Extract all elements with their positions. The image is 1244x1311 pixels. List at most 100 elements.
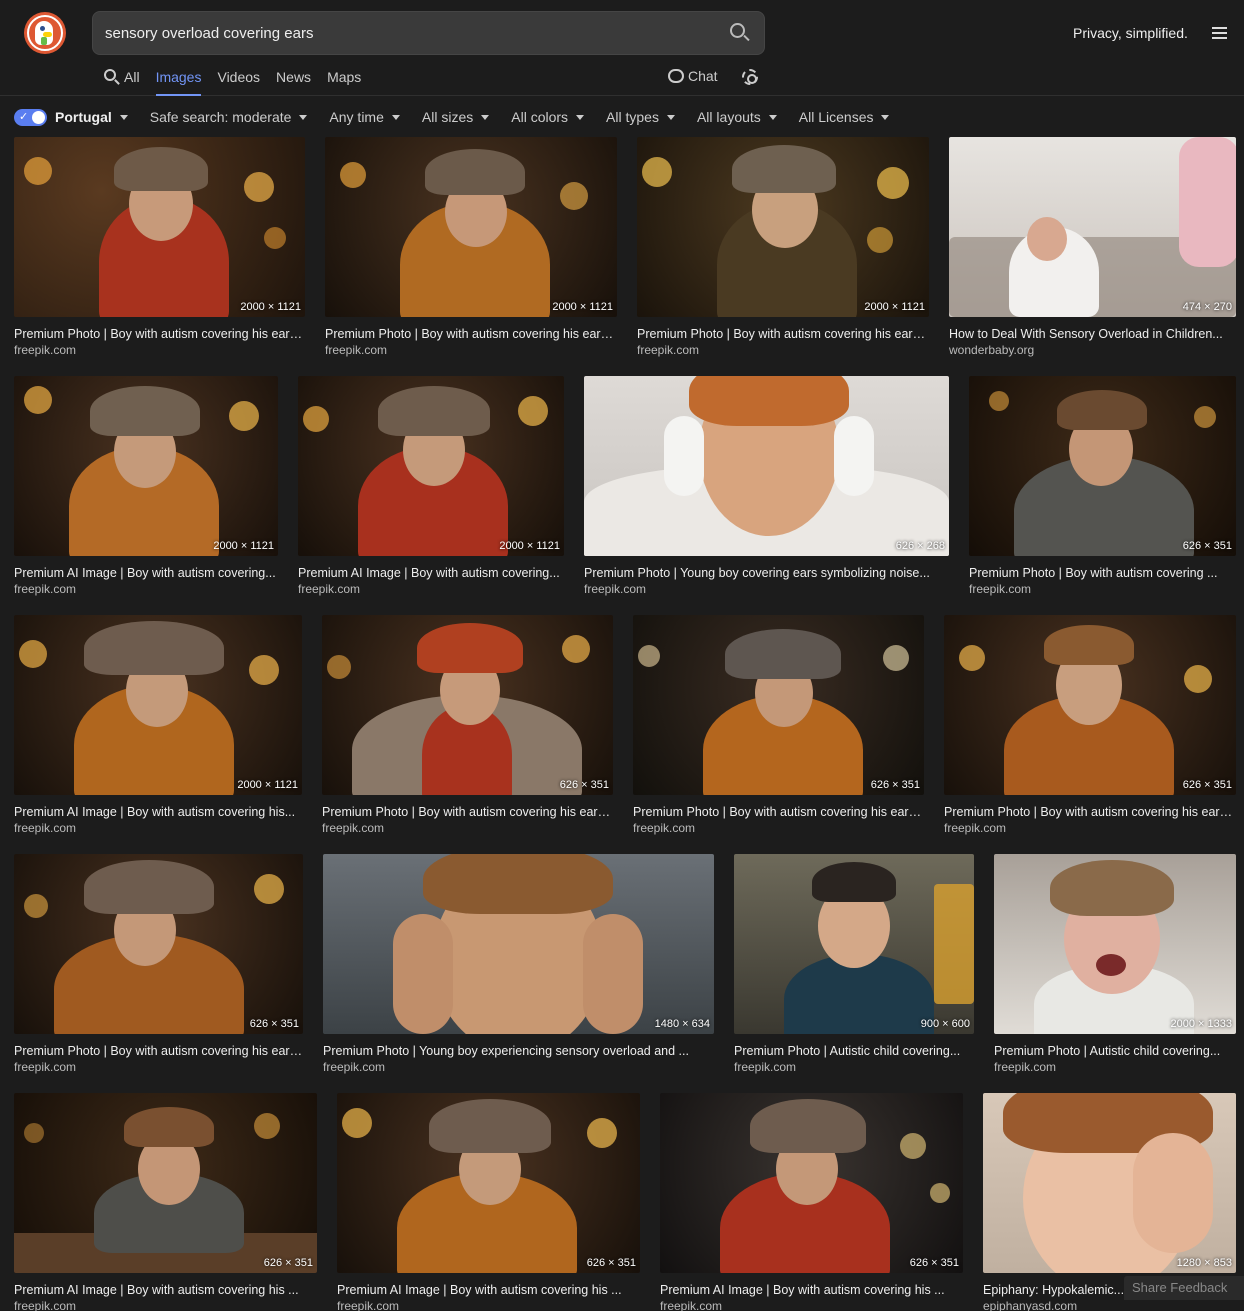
region-toggle[interactable]: ✓	[14, 108, 47, 126]
result-thumbnail[interactable]	[14, 615, 302, 795]
safe-search-dropdown[interactable]: Safe search: moderate	[150, 109, 308, 125]
result-thumbnail[interactable]	[994, 854, 1236, 1034]
result-title[interactable]: Premium Photo | Boy with autism covering…	[633, 805, 924, 819]
image-result[interactable]: 626 × 351 Premium AI Image | Boy with au…	[337, 1093, 640, 1311]
result-thumbnail[interactable]	[337, 1093, 640, 1273]
result-source[interactable]: freepik.com	[14, 343, 76, 357]
image-result[interactable]: 2000 × 1333 Premium Photo | Autistic chi…	[994, 854, 1236, 1079]
image-result[interactable]: 626 × 351 Premium AI Image | Boy with au…	[660, 1093, 963, 1311]
result-title[interactable]: Premium Photo | Boy with autism covering…	[325, 327, 617, 341]
result-title[interactable]: Premium AI Image | Boy with autism cover…	[337, 1283, 640, 1297]
image-result[interactable]: 626 × 351 Premium Photo | Boy with autis…	[322, 615, 613, 840]
image-result[interactable]: 2000 × 1121 Premium Photo | Boy with aut…	[325, 137, 617, 362]
result-title[interactable]: Premium AI Image | Boy with autism cover…	[14, 566, 278, 580]
image-result[interactable]: 2000 × 1121 Premium AI Image | Boy with …	[14, 615, 302, 840]
color-dropdown[interactable]: All colors	[511, 109, 585, 125]
image-result[interactable]: 626 × 351 Premium Photo | Boy with autis…	[944, 615, 1236, 840]
image-result[interactable]: 626 × 351 Premium AI Image | Boy with au…	[14, 1093, 317, 1311]
size-dropdown[interactable]: All sizes	[422, 109, 490, 125]
result-thumbnail[interactable]	[660, 1093, 963, 1273]
result-thumbnail[interactable]	[322, 615, 613, 795]
result-thumbnail[interactable]	[14, 1093, 317, 1273]
image-result[interactable]: 2000 × 1121 Premium AI Image | Boy with …	[298, 376, 564, 601]
result-thumbnail[interactable]	[633, 615, 924, 795]
result-source[interactable]: freepik.com	[637, 343, 699, 357]
image-result[interactable]: 2000 × 1121 Premium Photo | Boy with aut…	[14, 137, 305, 362]
chat-link[interactable]: Chat	[668, 68, 718, 84]
tab-images[interactable]: Images	[155, 66, 202, 96]
result-source[interactable]: freepik.com	[323, 1060, 385, 1074]
image-result[interactable]: 1480 × 634 Premium Photo | Young boy exp…	[323, 854, 714, 1079]
result-title[interactable]: Premium AI Image | Boy with autism cover…	[14, 1283, 317, 1297]
result-title[interactable]: Premium Photo | Autistic child covering.…	[994, 1044, 1236, 1058]
layout-dropdown[interactable]: All layouts	[697, 109, 777, 125]
result-source[interactable]: freepik.com	[337, 1299, 399, 1311]
result-source[interactable]: freepik.com	[322, 821, 384, 835]
search-icon[interactable]	[730, 23, 750, 43]
tab-videos[interactable]: Videos	[217, 66, 260, 96]
hamburger-menu-icon[interactable]	[1212, 27, 1227, 39]
result-source[interactable]: freepik.com	[994, 1060, 1056, 1074]
result-thumbnail[interactable]	[983, 1093, 1236, 1273]
result-thumbnail[interactable]	[637, 137, 929, 317]
result-thumbnail[interactable]	[14, 854, 303, 1034]
result-source[interactable]: freepik.com	[14, 1299, 76, 1311]
result-title[interactable]: Premium AI Image | Boy with autism cover…	[14, 805, 302, 819]
result-title[interactable]: Premium Photo | Boy with autism covering…	[14, 1044, 303, 1058]
image-result[interactable]: 2000 × 1121 Premium Photo | Boy with aut…	[637, 137, 929, 362]
image-result[interactable]: 900 × 600 Premium Photo | Autistic child…	[734, 854, 974, 1079]
image-result[interactable]: 474 × 270 How to Deal With Sensory Overl…	[949, 137, 1236, 362]
result-thumbnail[interactable]	[944, 615, 1236, 795]
result-title[interactable]: Premium AI Image | Boy with autism cover…	[298, 566, 564, 580]
result-title[interactable]: Premium Photo | Boy with autism covering…	[14, 327, 305, 341]
image-result[interactable]: 626 × 268 Premium Photo | Young boy cove…	[584, 376, 949, 601]
tab-news[interactable]: News	[276, 66, 311, 96]
result-source[interactable]: freepik.com	[298, 582, 360, 596]
result-title[interactable]: Premium Photo | Boy with autism covering…	[944, 805, 1236, 819]
image-result[interactable]: 2000 × 1121 Premium AI Image | Boy with …	[14, 376, 278, 601]
tab-maps[interactable]: Maps	[327, 66, 361, 96]
result-source[interactable]: freepik.com	[660, 1299, 722, 1311]
result-title[interactable]: Premium AI Image | Boy with autism cover…	[660, 1283, 963, 1297]
result-thumbnail[interactable]	[323, 854, 714, 1034]
result-source[interactable]: freepik.com	[969, 582, 1031, 596]
duckduckgo-logo[interactable]	[24, 12, 66, 54]
result-title[interactable]: Premium Photo | Boy with autism covering…	[969, 566, 1236, 580]
result-source[interactable]: epiphanyasd.com	[983, 1299, 1077, 1311]
result-source[interactable]: freepik.com	[734, 1060, 796, 1074]
time-dropdown[interactable]: Any time	[329, 109, 400, 125]
result-thumbnail[interactable]	[949, 137, 1236, 317]
tab-all[interactable]: All	[104, 66, 140, 96]
result-thumbnail[interactable]	[298, 376, 564, 556]
license-dropdown[interactable]: All Licenses	[799, 109, 890, 125]
result-source[interactable]: freepik.com	[14, 1060, 76, 1074]
result-source[interactable]: freepik.com	[584, 582, 646, 596]
result-source[interactable]: freepik.com	[14, 821, 76, 835]
result-source[interactable]: wonderbaby.org	[949, 343, 1034, 357]
image-result[interactable]: 626 × 351 Premium Photo | Boy with autis…	[633, 615, 924, 840]
result-title[interactable]: Premium Photo | Boy with autism covering…	[637, 327, 929, 341]
share-feedback-button[interactable]: Share Feedback	[1124, 1276, 1244, 1300]
image-result[interactable]: 626 × 351 Premium Photo | Boy with autis…	[14, 854, 303, 1079]
result-thumbnail[interactable]	[969, 376, 1236, 556]
image-result[interactable]: 626 × 351 Premium Photo | Boy with autis…	[969, 376, 1236, 601]
result-thumbnail[interactable]	[14, 376, 278, 556]
result-title[interactable]: How to Deal With Sensory Overload in Chi…	[949, 327, 1236, 341]
result-thumbnail[interactable]	[14, 137, 305, 317]
type-dropdown[interactable]: All types	[606, 109, 675, 125]
search-input[interactable]	[105, 12, 705, 54]
result-title[interactable]: Premium Photo | Young boy covering ears …	[584, 566, 949, 580]
result-source[interactable]: freepik.com	[325, 343, 387, 357]
result-source[interactable]: freepik.com	[944, 821, 1006, 835]
settings-gear-icon[interactable]	[742, 69, 758, 85]
privacy-tagline-link[interactable]: Privacy, simplified.	[1073, 25, 1188, 41]
result-title[interactable]: Premium Photo | Boy with autism covering…	[322, 805, 613, 819]
result-source[interactable]: freepik.com	[14, 582, 76, 596]
region-dropdown[interactable]: Portugal	[55, 109, 128, 125]
result-title[interactable]: Premium Photo | Autistic child covering.…	[734, 1044, 974, 1058]
result-thumbnail[interactable]	[584, 376, 949, 556]
result-source[interactable]: freepik.com	[633, 821, 695, 835]
result-title[interactable]: Premium Photo | Young boy experiencing s…	[323, 1044, 714, 1058]
result-thumbnail[interactable]	[734, 854, 974, 1034]
result-thumbnail[interactable]	[325, 137, 617, 317]
